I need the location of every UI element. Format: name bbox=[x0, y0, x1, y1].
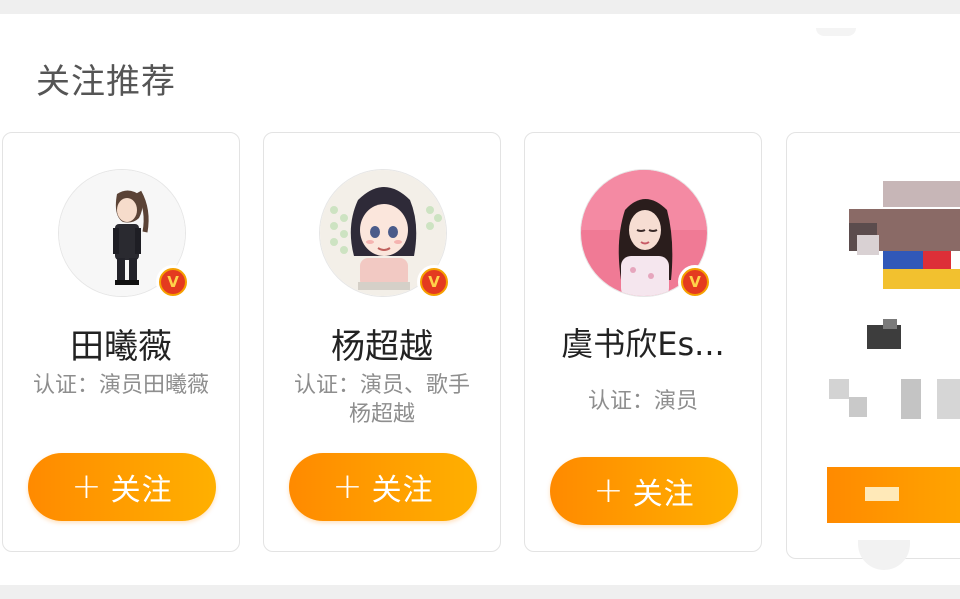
plus-icon: + bbox=[332, 466, 364, 507]
follow-button[interactable]: + 关注 bbox=[28, 453, 216, 521]
recommend-card[interactable]: V 田曦薇 认证：演员田曦薇 + 关注 bbox=[2, 132, 240, 552]
recommend-card-partial[interactable] bbox=[786, 132, 960, 559]
section-title: 关注推荐 bbox=[36, 62, 176, 102]
user-verification: 认证：演员田曦薇 bbox=[32, 373, 209, 398]
follow-button[interactable]: + 关注 bbox=[550, 457, 738, 525]
follow-label: 关注 bbox=[371, 473, 434, 508]
user-name[interactable]: 虞书欣Es... bbox=[525, 319, 761, 365]
avatar-wrap[interactable]: V bbox=[319, 169, 451, 299]
recommend-card[interactable]: V 杨超越 认证：演员、歌手杨超越 + 关注 bbox=[263, 132, 501, 552]
avatar-wrap[interactable]: V bbox=[580, 169, 712, 299]
verified-badge-icon: V bbox=[156, 265, 190, 299]
plus-icon: + bbox=[71, 466, 103, 507]
user-verification: 认证：演员 bbox=[587, 389, 698, 414]
follow-button[interactable]: + 关注 bbox=[289, 453, 477, 521]
user-name[interactable]: 杨超越 bbox=[264, 319, 500, 368]
user-verification: 认证：演员、歌手杨超越 bbox=[293, 373, 470, 427]
verified-badge-icon: V bbox=[417, 265, 451, 299]
follow-label: 关注 bbox=[632, 477, 695, 512]
avatar-wrap[interactable]: V bbox=[58, 169, 190, 299]
plus-icon: + bbox=[593, 470, 625, 511]
user-name[interactable]: 田曦薇 bbox=[3, 319, 239, 368]
recommend-card[interactable]: V 虞书欣Es... 认证：演员 + 关注 bbox=[524, 132, 762, 552]
verified-badge-icon: V bbox=[678, 265, 712, 299]
follow-button-partial[interactable] bbox=[827, 467, 960, 523]
top-scroll-indicator bbox=[816, 28, 856, 36]
follow-label: 关注 bbox=[110, 473, 173, 508]
